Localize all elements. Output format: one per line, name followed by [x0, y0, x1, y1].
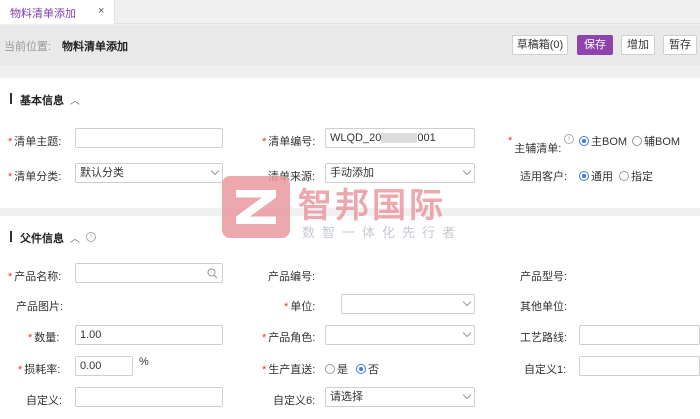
percent-unit: % — [139, 356, 149, 368]
chevron-up-icon[interactable]: ︿ — [70, 230, 80, 245]
close-icon[interactable]: × — [98, 5, 104, 17]
watermark-logo — [222, 176, 290, 238]
unit-select[interactable] — [341, 294, 475, 314]
tab-bom-add[interactable]: 物料清单添加 × — [0, 0, 115, 24]
code-input[interactable]: WLQD_20 001 — [325, 128, 475, 148]
custom-label: 自定义: — [26, 395, 63, 407]
role-select[interactable] — [325, 325, 475, 345]
category-select[interactable]: 默认分类 — [75, 163, 223, 183]
masked-text — [381, 133, 418, 144]
product-code-label: 产品编号: — [268, 271, 316, 283]
watermark-title: 智邦国际 — [298, 187, 446, 225]
product-image-label: 产品图片: — [16, 301, 64, 313]
product-name-label: * 产品名称: — [8, 271, 62, 283]
custom6-select[interactable]: 请选择 — [325, 387, 475, 407]
page-header: 当前位置: 物料清单添加 草稿箱(0) 保存 增加 暂存 — [0, 25, 700, 65]
add-button[interactable]: 增加 — [621, 35, 655, 55]
customer-general-radio[interactable]: 通用 — [579, 168, 613, 184]
direct-no-radio[interactable]: 否 — [356, 361, 379, 377]
parent-info-title: 父件信息 — [20, 233, 64, 245]
route-label: 工艺路线: — [520, 332, 568, 344]
chevron-down-icon — [462, 328, 472, 338]
loss-input[interactable]: 0.00 — [75, 356, 133, 376]
custom6-label: 自定义6: — [273, 395, 316, 407]
breadcrumb-label: 当前位置: — [4, 41, 52, 53]
info-icon: i — [86, 232, 96, 242]
main-bom-radio[interactable]: 主BOM — [579, 133, 627, 149]
section-marker — [10, 231, 12, 242]
loss-label: * 损耗率: — [18, 364, 61, 376]
parent-info-panel: 父件信息 ︿ i * 产品名称: 产品编号: 产品型号: 产品图片: * 单位: 其… — [0, 216, 700, 419]
custom-input[interactable] — [75, 387, 223, 407]
product-model-label: 产品型号: — [520, 271, 568, 283]
unit-label: * 单位: — [284, 301, 316, 313]
page-title: 物料清单添加 — [62, 41, 128, 53]
customer-label: 适用客户: — [520, 171, 568, 183]
chevron-down-icon — [462, 390, 472, 400]
draft-box-button[interactable]: 草稿箱(0) — [512, 35, 568, 55]
role-label: * 产品角色: — [262, 332, 316, 344]
temp-save-button[interactable]: 暂存 — [663, 35, 697, 55]
category-label: * 清单分类: — [8, 171, 62, 183]
info-icon: i — [564, 134, 574, 144]
basic-info-title: 基本信息 — [20, 95, 64, 107]
qty-input[interactable]: 1.00 — [75, 325, 223, 345]
direct-label: * 生产直送: — [262, 364, 316, 376]
tab-bar: 物料清单添加 × — [0, 0, 700, 24]
direct-yes-radio[interactable]: 是 — [325, 361, 348, 377]
main-aux-label: *主辅清单: — [508, 135, 562, 155]
custom1-input[interactable] — [579, 356, 700, 376]
aux-bom-radio[interactable]: 辅BOM — [632, 133, 680, 149]
save-button[interactable]: 保存 — [577, 35, 613, 55]
route-input[interactable] — [579, 325, 700, 345]
other-unit-label: 其他单位: — [520, 301, 568, 313]
subject-label: * 清单主题: — [8, 136, 62, 148]
watermark: 智邦国际 数智一体化先行者 — [222, 176, 482, 246]
customer-specified-radio[interactable]: 指定 — [619, 168, 653, 184]
section-marker — [10, 93, 12, 104]
tab-label: 物料清单添加 — [10, 8, 76, 20]
chevron-down-icon — [462, 297, 472, 307]
chevron-down-icon — [462, 166, 472, 176]
chevron-down-icon — [210, 166, 220, 176]
code-label: * 清单编号: — [262, 136, 316, 148]
qty-label: * 数量: — [28, 332, 60, 344]
custom1-label: 自定义1: — [524, 364, 567, 376]
watermark-subtitle: 数智一体化先行者 — [302, 225, 463, 240]
search-icon[interactable] — [207, 268, 218, 279]
subject-input[interactable] — [75, 128, 223, 148]
chevron-up-icon[interactable]: ︿ — [70, 92, 80, 107]
product-name-input[interactable] — [75, 263, 223, 283]
